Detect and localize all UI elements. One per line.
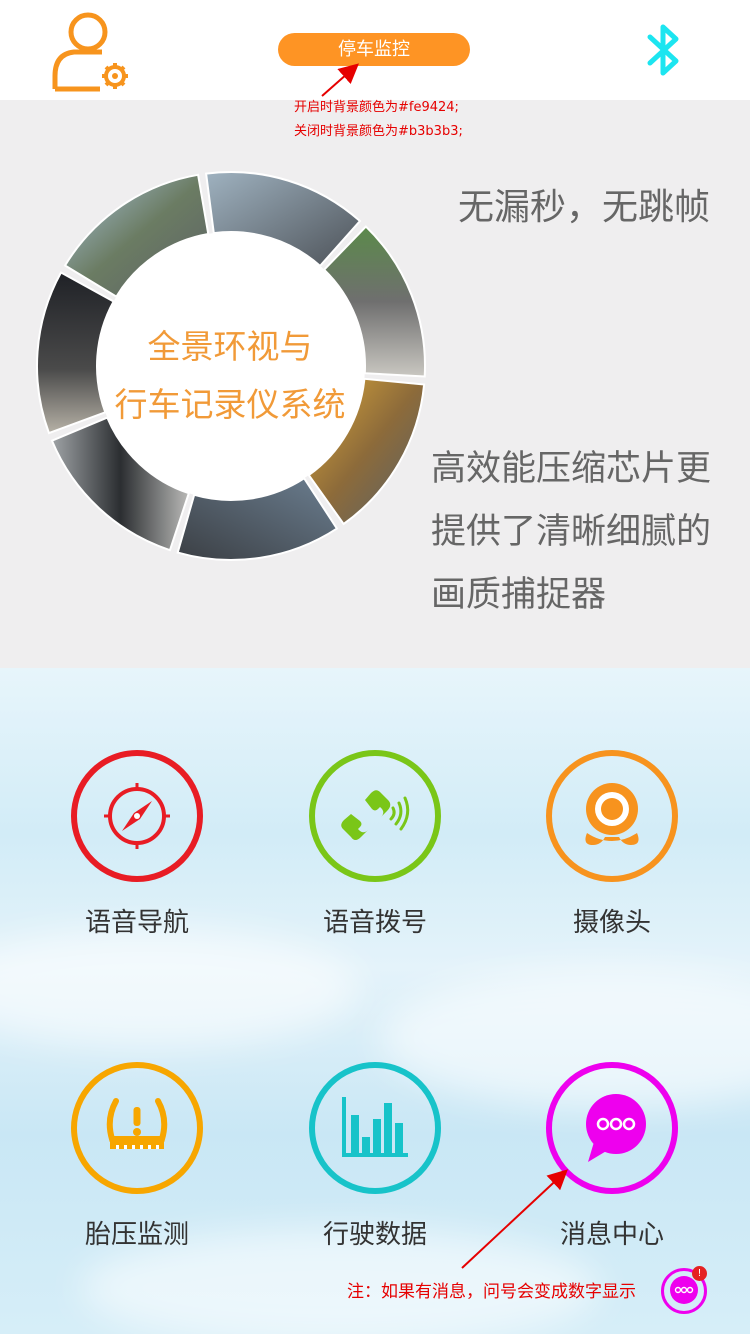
voice-navigation-label: 语音导航 (84, 908, 189, 938)
message-center-circle (546, 1062, 678, 1194)
tire-pressure-icon (106, 1098, 168, 1149)
menu-driving-data[interactable]: 行驶数据 (275, 1062, 475, 1312)
voice-dial-circle (309, 750, 441, 882)
driving-data-circle (309, 1062, 441, 1194)
bluetooth-icon[interactable] (644, 22, 684, 78)
slogan-line2: 提供了清晰细腻的 (431, 512, 712, 552)
hero-banner: 开启时背景颜色为#fe9424; 关闭时背景颜色为#b3b3b3; 全景环视与 … (0, 100, 750, 668)
menu-camera[interactable]: 摄像头 (512, 750, 712, 1000)
voice-navigation-circle (71, 750, 203, 882)
camera-circle (546, 750, 678, 882)
feature-menu: 语音导航 语音拨号 摄像头 胎压监测 行驶数据 消息中心 (0, 668, 750, 1334)
tire-pressure-circle (71, 1062, 203, 1194)
message-count-badge: ! (692, 1266, 707, 1281)
ring-title-line2: 行车记录仪系统 (114, 385, 346, 424)
message-center-label: 消息中心 (559, 1220, 664, 1250)
bar-chart-icon (342, 1097, 408, 1157)
menu-tire-pressure[interactable]: 胎压监测 (37, 1062, 237, 1312)
tire-pressure-label: 胎压监测 (84, 1220, 189, 1250)
voice-dial-label: 语音拨号 (322, 908, 427, 938)
ring-title-line1: 全景环视与 (147, 327, 313, 366)
park-monitor-toggle[interactable]: 停车监控 (278, 33, 470, 66)
user-settings-icon[interactable] (50, 10, 132, 92)
chat-bubble-icon (586, 1094, 646, 1162)
menu-voice-dial[interactable]: 语音拨号 (275, 750, 475, 1000)
phone-icon (341, 790, 410, 840)
message-note: 注：如果有消息，问号会变成数字显示 (347, 1282, 636, 1302)
webcam-icon (585, 783, 639, 845)
camera-label: 摄像头 (572, 908, 651, 938)
slogan-no-drop: 无漏秒，无跳帧 (458, 187, 711, 228)
top-bar: 停车监控 (0, 0, 750, 100)
slogan-line3: 画质捕捉器 (431, 575, 607, 615)
menu-voice-navigation[interactable]: 语音导航 (37, 750, 237, 1000)
slogan-line1: 高效能压缩芯片更 (431, 449, 712, 489)
compass-icon (104, 783, 170, 849)
driving-data-label: 行驶数据 (322, 1220, 427, 1250)
